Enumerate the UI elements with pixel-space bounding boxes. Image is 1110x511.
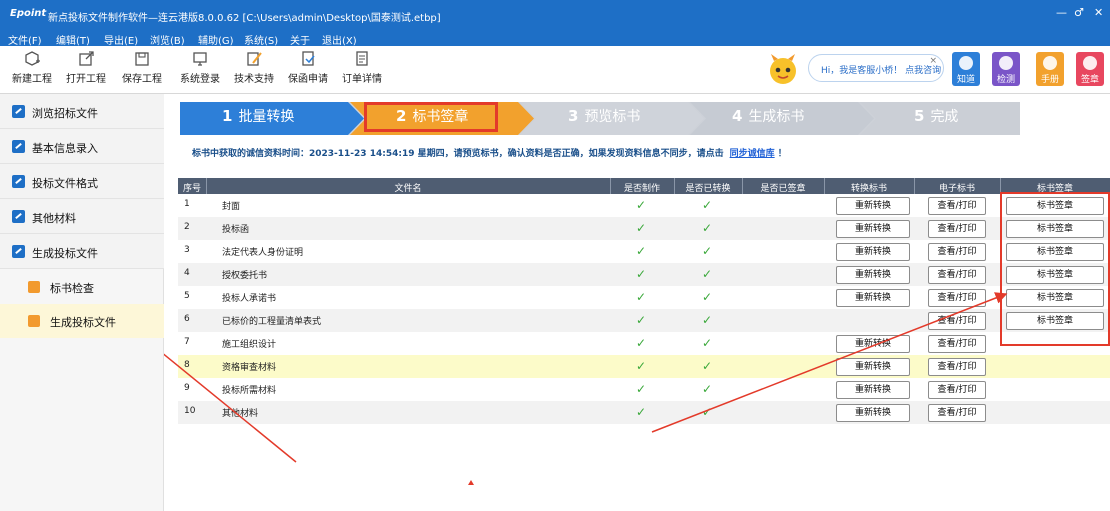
detect-button[interactable]: 检测 bbox=[992, 52, 1020, 86]
sidebar-item-other[interactable]: 其他材料 bbox=[0, 199, 164, 234]
tech-support-button[interactable]: 技术支持 bbox=[230, 50, 278, 85]
open-project-icon bbox=[79, 51, 94, 66]
system-login-icon bbox=[193, 52, 207, 66]
manual-icon bbox=[1043, 56, 1057, 70]
sidebar-item-generate[interactable]: 生成投标文件 bbox=[0, 234, 164, 269]
sidebar-item-label: 生成投标文件 bbox=[32, 247, 98, 260]
toolbar: 新建工程 打开工程 保存工程 系统登录 技术支持 保函申请 订单详情 Hi，我是… bbox=[0, 46, 1110, 94]
open-project-label: 打开工程 bbox=[66, 74, 106, 85]
annotation-arrow bbox=[651, 292, 1008, 433]
new-project-icon bbox=[25, 51, 40, 66]
menu-bar: 文件(F) 编辑(T) 导出(E) 浏览(B) 辅助(G) 系统(S) 关于 退… bbox=[0, 30, 1110, 47]
system-login-button[interactable]: 系统登录 bbox=[176, 50, 224, 85]
guarantee-apply-icon bbox=[302, 51, 315, 66]
menu-system[interactable]: 系统(S) bbox=[244, 32, 278, 47]
tech-support-label: 技术支持 bbox=[234, 74, 274, 85]
generate-doc-icon bbox=[28, 315, 40, 327]
sidebar-item-basic-info[interactable]: 基本信息录入 bbox=[0, 129, 164, 164]
annotation-arrow bbox=[164, 353, 297, 463]
manual-button[interactable]: 手册 bbox=[1036, 52, 1064, 86]
manual-label: 手册 bbox=[1040, 75, 1059, 85]
user-icon bbox=[1083, 56, 1097, 70]
sidebar-item-browse[interactable]: 浏览招标文件 bbox=[0, 94, 164, 129]
sidebar-item-label: 基本信息录入 bbox=[32, 142, 98, 155]
order-detail-icon bbox=[356, 51, 368, 66]
edit-icon bbox=[12, 140, 25, 153]
sidebar-subitem-label: 标书检查 bbox=[50, 282, 94, 295]
assistant-mascot-icon[interactable] bbox=[764, 53, 802, 87]
minimize-button[interactable]: — bbox=[1056, 6, 1067, 19]
close-button[interactable]: ✕ bbox=[1094, 6, 1103, 19]
detect-label: 检测 bbox=[996, 75, 1015, 85]
new-project-label: 新建工程 bbox=[12, 74, 52, 85]
new-project-button[interactable]: 新建工程 bbox=[8, 50, 56, 85]
guarantee-apply-button[interactable]: 保函申请 bbox=[284, 50, 332, 85]
order-detail-label: 订单详情 bbox=[342, 74, 382, 85]
menu-about[interactable]: 关于 bbox=[290, 32, 310, 47]
menu-browse[interactable]: 浏览(B) bbox=[150, 32, 185, 47]
save-project-label: 保存工程 bbox=[122, 74, 162, 85]
shield-icon bbox=[999, 56, 1013, 70]
sidebar: 浏览招标文件 基本信息录入 投标文件格式 其他材料 生成投标文件 标书检查 生成… bbox=[0, 94, 164, 511]
check-doc-icon bbox=[28, 281, 40, 293]
app-logo: Epoint bbox=[10, 8, 47, 19]
edit-icon bbox=[12, 210, 25, 223]
assistant-bubble-text: Hi，我是客服小桥！ 点我咨询 bbox=[821, 66, 942, 76]
save-project-icon bbox=[135, 52, 149, 66]
menu-exit[interactable]: 退出(X) bbox=[322, 32, 357, 47]
document-icon bbox=[12, 245, 25, 258]
title-bar: Epoint 新点投标文件制作软件—连云港版8.0.0.62 [C:\Users… bbox=[0, 0, 1110, 30]
open-project-button[interactable]: 打开工程 bbox=[62, 50, 110, 85]
window-title: 新点投标文件制作软件—连云港版8.0.0.62 [C:\Users\admin\… bbox=[48, 13, 441, 24]
edit-icon bbox=[12, 175, 25, 188]
app-window: Epoint 新点投标文件制作软件—连云港版8.0.0.62 [C:\Users… bbox=[0, 0, 1110, 511]
sidebar-item-label: 投标文件格式 bbox=[32, 177, 98, 190]
sidebar-item-format[interactable]: 投标文件格式 bbox=[0, 164, 164, 199]
main-content: 1 批量转换 2 标书签章 3 预览标书 4 生成标书 5 完成 标书中获取的诚信资料时间… bbox=[164, 94, 1110, 511]
tech-support-icon bbox=[247, 52, 262, 66]
assistant-bubble[interactable]: Hi，我是客服小桥！ 点我咨询 × bbox=[808, 54, 944, 82]
know-label: 知道 bbox=[956, 75, 975, 85]
sidebar-subitem-generate[interactable]: 生成投标文件 bbox=[0, 304, 164, 338]
restore-button[interactable]: ♂ bbox=[1074, 6, 1084, 19]
bubble-close-icon[interactable]: × bbox=[929, 56, 937, 66]
annotation-arrows bbox=[164, 292, 1008, 463]
order-detail-button[interactable]: 订单详情 bbox=[338, 50, 386, 85]
signature-button[interactable]: 签章 bbox=[1076, 52, 1104, 86]
eye-icon bbox=[12, 105, 25, 118]
guarantee-apply-label: 保函申请 bbox=[288, 74, 328, 85]
signature-label: 签章 bbox=[1080, 75, 1099, 85]
know-button[interactable]: 知道 bbox=[952, 52, 980, 86]
annotation-marker bbox=[468, 480, 474, 485]
knowledge-icon bbox=[959, 56, 973, 70]
system-login-label: 系统登录 bbox=[180, 74, 220, 85]
menu-assist[interactable]: 辅助(G) bbox=[198, 32, 234, 47]
sidebar-subitem-label: 生成投标文件 bbox=[50, 316, 116, 329]
menu-file[interactable]: 文件(F) bbox=[8, 32, 42, 47]
sidebar-item-label: 浏览招标文件 bbox=[32, 107, 98, 120]
menu-export[interactable]: 导出(E) bbox=[104, 32, 138, 47]
menu-edit[interactable]: 编辑(T) bbox=[56, 32, 90, 47]
sidebar-subitem-check[interactable]: 标书检查 bbox=[0, 270, 164, 304]
save-project-button[interactable]: 保存工程 bbox=[118, 50, 166, 85]
sidebar-item-label: 其他材料 bbox=[32, 212, 76, 225]
